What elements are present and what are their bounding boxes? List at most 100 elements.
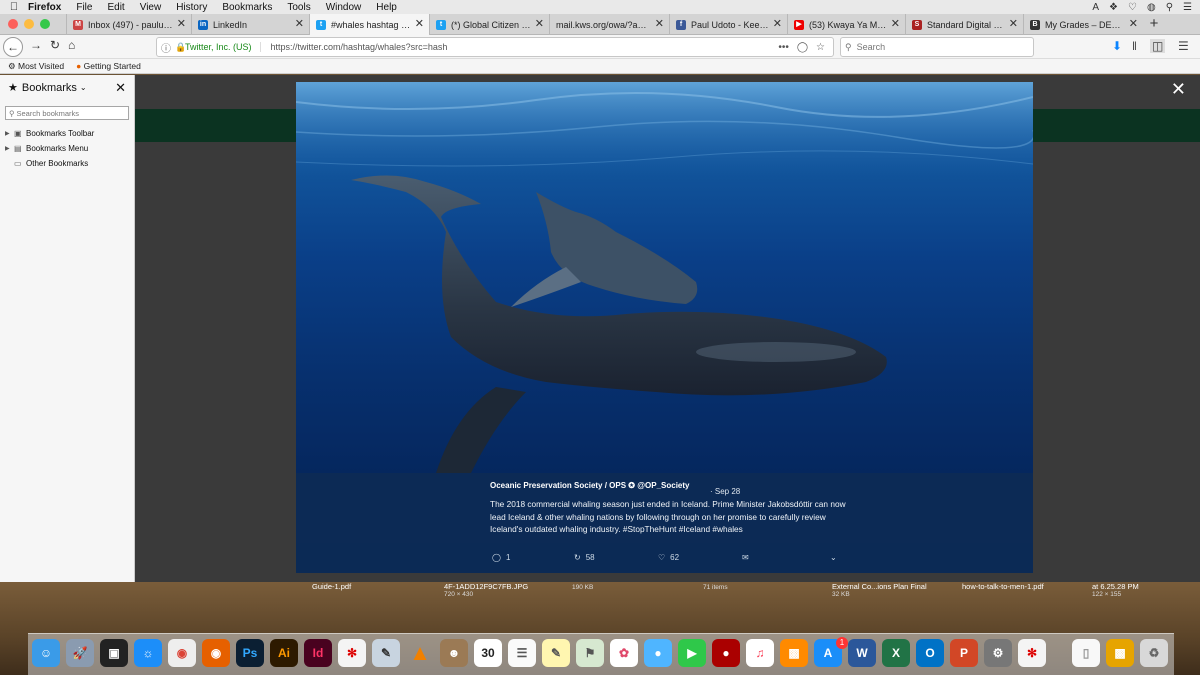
word-icon[interactable]: W [848,639,876,667]
tab-linkedin[interactable]: in LinkedIn ✕ [191,14,309,35]
menu-edit[interactable]: Edit [107,2,124,13]
photo-booth-icon[interactable]: ▣ [100,639,128,667]
photoshop-icon[interactable]: Ps [236,639,264,667]
menu-app-name[interactable]: Firefox [28,2,61,13]
menu-bookmarks[interactable]: Bookmarks [222,2,272,13]
sidebar-item-bookmarks-menu[interactable]: ▶ ▤ Bookmarks Menu [0,141,134,156]
maps-icon[interactable]: ⚑ [576,639,604,667]
tab-close-icon[interactable]: ✕ [1009,18,1018,30]
notes-icon[interactable]: ✎ [542,639,570,667]
chrome-icon[interactable]: ◉ [168,639,196,667]
excel-icon[interactable]: X [882,639,910,667]
calendar-icon[interactable]: 30 [474,639,502,667]
document-icon[interactable]: ▯ [1072,639,1100,667]
tab-close-icon[interactable]: ✕ [655,18,664,30]
tweet-date[interactable]: · Sep 28 [710,487,740,496]
lightbox-close-icon[interactable]: ✕ [1171,79,1186,100]
spotlight-search-icon[interactable]: ⚲ [1166,2,1173,13]
menu-tools[interactable]: Tools [287,2,310,13]
menu-file[interactable]: File [76,2,92,13]
tab-close-icon[interactable]: ✕ [535,18,544,30]
sidebar-item-bookmarks-toolbar[interactable]: ▶ ▣ Bookmarks Toolbar [0,126,134,141]
window-close-button[interactable] [8,19,18,29]
outlook-icon[interactable]: O [916,639,944,667]
acrobat-reader-icon[interactable]: ✻ [1018,639,1046,667]
powerpoint-icon[interactable]: P [950,639,978,667]
desktop-file-3[interactable]: 190 KB [572,584,593,591]
desktop-file-guide[interactable]: Guide-1.pdf [312,582,351,591]
expand-triangle-icon[interactable]: ▶ [5,145,14,152]
tab-standard-epaper[interactable]: S Standard Digital ePaper ✕ [905,14,1023,35]
adobe-status-icon[interactable]: A [1092,2,1099,13]
itunes-icon[interactable]: ♫ [746,639,774,667]
tab-close-icon[interactable]: ✕ [773,18,782,30]
acrobat-icon[interactable]: ✻ [338,639,366,667]
notification-center-icon[interactable]: ☰ [1183,2,1192,13]
tab-kws-mail[interactable]: mail.kws.org/owa/?ae=PreFor ✕ [549,14,669,35]
bookmark-star-icon[interactable]: ☆ [816,42,825,53]
url-text[interactable]: https://twitter.com/hashtag/whales?src=h… [271,42,779,52]
library-icon[interactable]: ‖ [1132,39,1137,53]
menu-hamburger-icon[interactable]: ☰ [1178,39,1189,53]
tab-facebook[interactable]: f Paul Udoto - Keep me in ✕ [669,14,787,35]
chevron-down-icon[interactable]: ⌄ [80,83,87,92]
vlc-icon[interactable]: ▲ [406,639,434,667]
finder-icon[interactable]: ☺ [32,639,60,667]
sidebar-toggle-icon[interactable]: ◫ [1150,39,1166,53]
site-identity[interactable]: Twitter, Inc. (US) [185,42,261,52]
forward-button[interactable]: → [30,38,42,52]
home-button[interactable]: ⌂ [68,38,75,52]
downloads-stack-icon[interactable]: ▩ [1106,639,1134,667]
tab-twitter-whales[interactable]: t #whales hashtag on Twitt ✕ [309,14,429,35]
more-options-button[interactable]: ⌄ [830,553,837,562]
trash-icon[interactable]: ♻ [1140,639,1168,667]
tweet-media-image[interactable] [296,82,1033,473]
desktop-file-external-comms[interactable]: External Co...ions Plan Final 32 KB [832,582,927,598]
pocket-icon[interactable]: ◯ [797,42,808,53]
tab-my-grades[interactable]: B My Grades – DEV-2018S ✕ [1023,14,1143,35]
facetime-icon[interactable]: ▶ [678,639,706,667]
tab-youtube[interactable]: ▶ (53) Kwaya Ya Mt Cec ✕ [787,14,905,35]
apple-menu-icon[interactable]:  [0,1,28,13]
dropbox-status-icon[interactable]: ❖ [1109,2,1118,13]
tab-close-icon[interactable]: ✕ [891,18,900,30]
sidebar-title[interactable]: Bookmarks [22,82,77,94]
tweet-author[interactable]: Oceanic Preservation Society / OPS ✪ @OP… [490,481,689,490]
reminders-icon[interactable]: ☰ [508,639,536,667]
indesign-icon[interactable]: Id [304,639,332,667]
new-tab-button[interactable]: + [1143,14,1165,34]
info-icon[interactable]: ⓘ [157,40,175,55]
ibooks-icon[interactable]: ▩ [780,639,808,667]
expand-triangle-icon[interactable]: ▶ [5,130,14,137]
tab-close-icon[interactable]: ✕ [415,18,424,30]
system-preferences-icon[interactable]: ⚙ [984,639,1012,667]
firefox-icon[interactable]: ◉ [202,639,230,667]
preview-icon[interactable]: ✎ [372,639,400,667]
menu-help[interactable]: Help [376,2,397,13]
sync-status-icon[interactable]: ◍ [1147,2,1156,13]
desktop-folder[interactable]: 71 items [703,584,728,591]
desktop-file-how-to-talk[interactable]: how-to-talk-to-men-1.pdf [962,582,1044,591]
sidebar-header[interactable]: ★ Bookmarks ⌄ ✕ [0,75,134,100]
launchpad-icon[interactable]: 🚀 [66,639,94,667]
search-bar[interactable]: ⚲ Search [840,37,1034,57]
close-icon[interactable]: ✕ [115,80,126,96]
downloads-icon[interactable]: ⬇ [1112,39,1122,53]
desktop-file-screenshot[interactable]: at 6.25.28 PM 122 × 155 [1092,582,1139,598]
menu-view[interactable]: View [140,2,162,13]
photos-icon[interactable]: ✿ [610,639,638,667]
tab-close-icon[interactable]: ✕ [295,18,304,30]
messages-icon[interactable]: ● [644,639,672,667]
tab-close-icon[interactable]: ✕ [1129,18,1138,30]
page-actions-icon[interactable]: ••• [778,42,789,53]
tab-close-icon[interactable]: ✕ [177,18,186,30]
bookmark-getting-started[interactable]: ● Getting Started [76,61,141,71]
reload-button[interactable]: ↻ [50,38,60,52]
menu-window[interactable]: Window [326,2,362,13]
direct-message-button[interactable]: ✉ [742,553,749,562]
like-button[interactable]: ♡ 62 [658,553,679,562]
reply-button[interactable]: ◯ 1 [492,553,510,562]
window-zoom-button[interactable] [40,19,50,29]
wifi-status-icon[interactable]: ♡ [1128,2,1137,13]
url-bar[interactable]: ⓘ 🔒 Twitter, Inc. (US) https://twitter.c… [156,37,834,57]
